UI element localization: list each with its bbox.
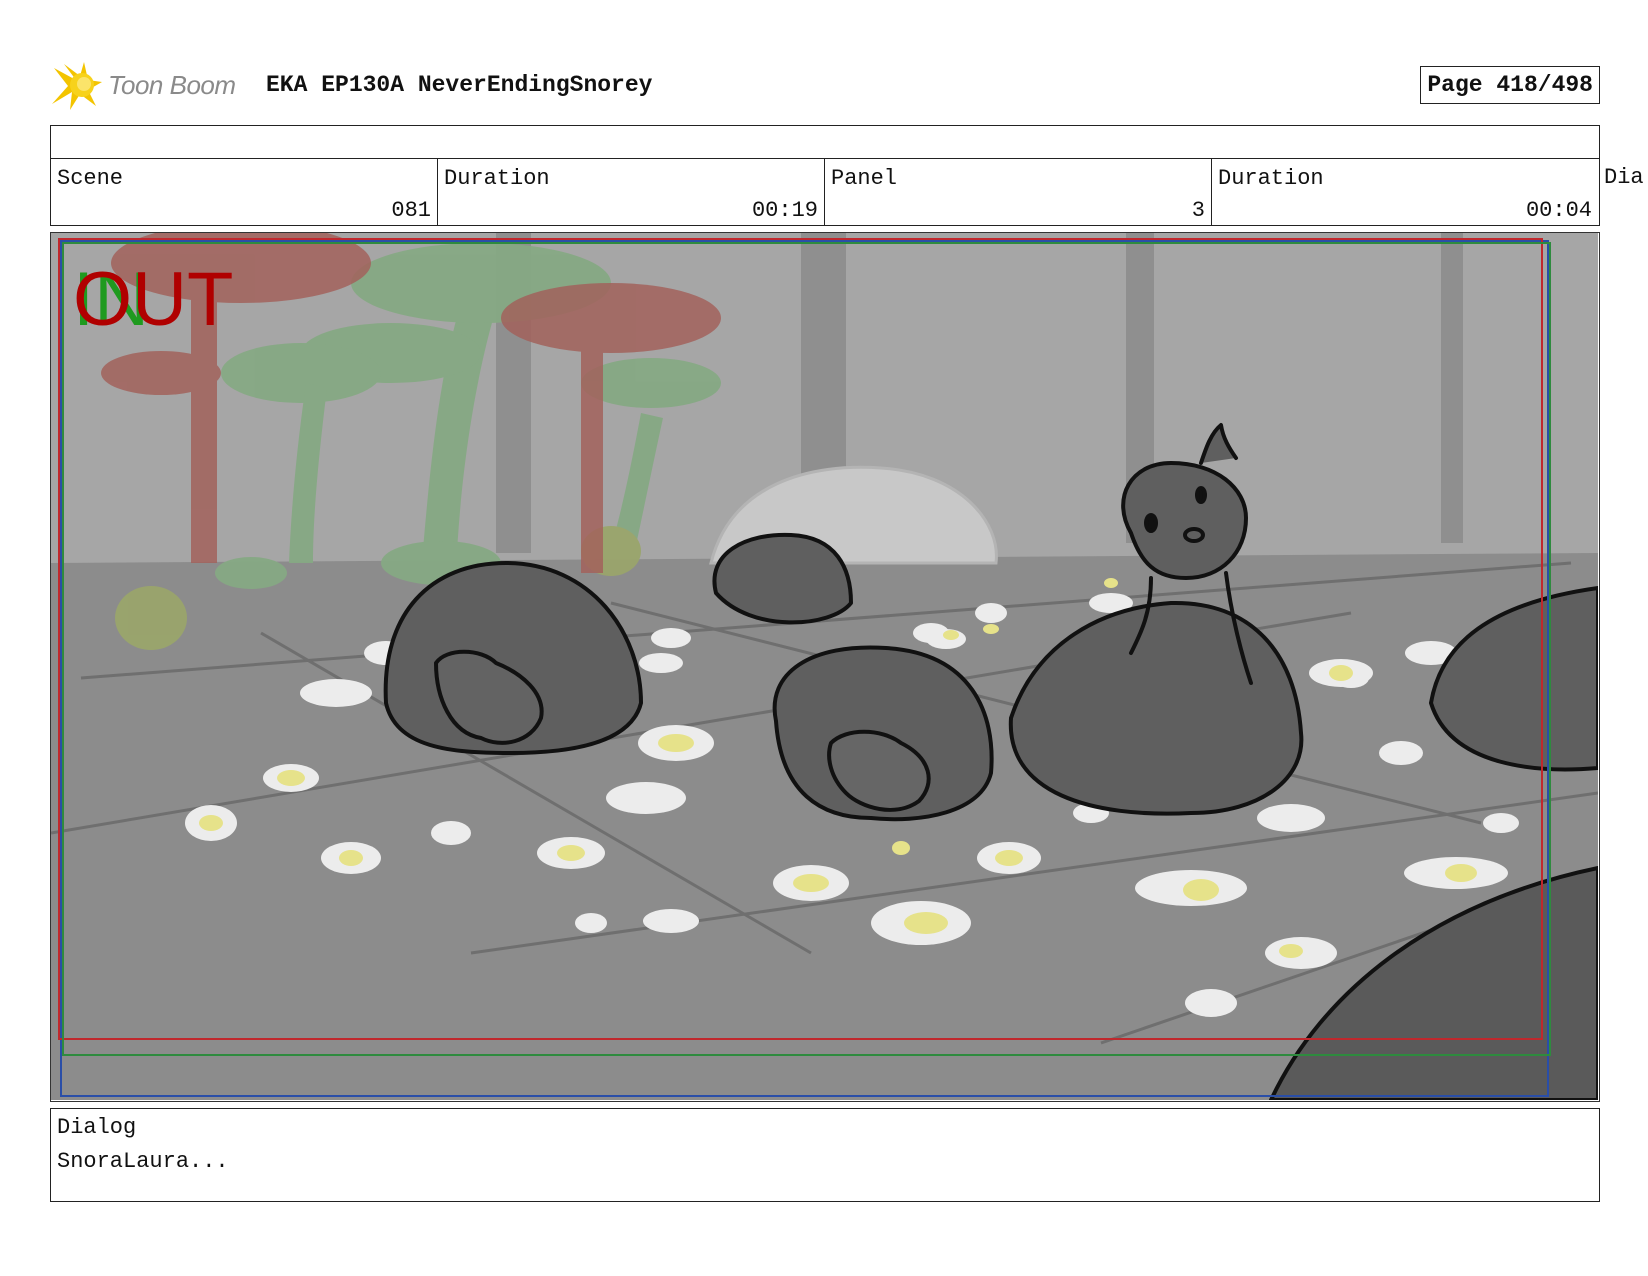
panel-drawing: IN OUT — [51, 233, 1598, 1100]
logo-wordmark: Toon Boom — [108, 70, 236, 100]
creature-back — [712, 532, 853, 625]
panel-cell: Panel 3 — [825, 159, 1212, 225]
panel-value: 3 — [1191, 198, 1205, 223]
dialog-column-label-truncated: Dia — [1604, 165, 1644, 190]
dialog-text: SnoraLaura... — [57, 1149, 229, 1174]
out-overlay: OUT — [73, 257, 233, 342]
storyboard-panel-image: IN OUT — [50, 232, 1600, 1102]
scene-duration-label: Duration — [444, 166, 550, 191]
scene-duration-value: 00:19 — [751, 198, 818, 223]
info-blank-row — [51, 126, 1599, 159]
scene-value: 081 — [391, 198, 431, 223]
panel-duration-label: Duration — [1218, 166, 1324, 191]
panel-duration-cell: Duration 00:04 — [1212, 159, 1598, 225]
panel-label: Panel — [831, 166, 898, 191]
scene-label: Scene — [57, 166, 124, 191]
dialog-label: Dialog — [57, 1115, 137, 1140]
dialog-box: Dialog SnoraLaura... — [50, 1108, 1600, 1202]
panel-duration-value: 00:04 — [1525, 198, 1592, 223]
scene-cell: Scene 081 — [51, 159, 438, 225]
toon-boom-logo: Toon Boom — [50, 60, 250, 112]
panel-info-table: Scene 081 Duration 00:19 Panel 3 Duratio… — [50, 125, 1600, 226]
storyboard-header: Toon Boom EKA EP130A NeverEndingSnorey P… — [50, 58, 1600, 114]
sunburst-icon — [52, 62, 102, 110]
page-number: Page 418/498 — [1420, 66, 1600, 104]
scene-duration-cell: Duration 00:19 — [438, 159, 825, 225]
document-title: EKA EP130A NeverEndingSnorey — [266, 72, 653, 98]
